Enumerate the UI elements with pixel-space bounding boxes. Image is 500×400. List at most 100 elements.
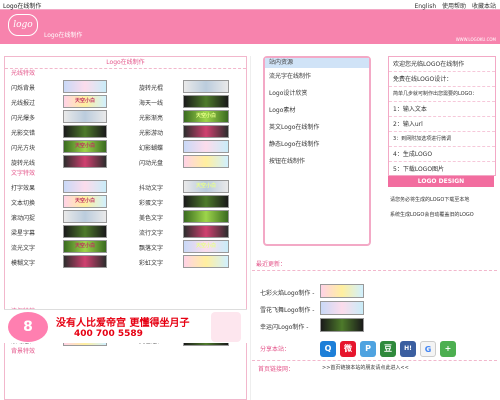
step-line: 2：输入url xyxy=(389,117,495,132)
recent-item[interactable]: 雪花飞舞Logo制作 - xyxy=(252,300,497,317)
effect-thumbnail[interactable] xyxy=(63,210,107,223)
effect-label[interactable]: 流光文字 xyxy=(11,243,35,252)
section-header: 背景特效 xyxy=(11,348,36,355)
effect-thumbnail[interactable] xyxy=(63,255,107,268)
step-line: 3：到网附加选项进行微调 xyxy=(389,132,495,147)
friend-links-text[interactable]: >>首页链接本站的朋友请点此进入<< xyxy=(322,364,409,371)
logo-design-button[interactable]: LOGO DESIGN xyxy=(388,176,494,187)
recent-thumbnail[interactable] xyxy=(320,318,364,332)
more-share-icon[interactable]: + xyxy=(440,341,456,357)
effect-thumbnail[interactable] xyxy=(183,255,229,268)
effect-label[interactable]: 滚动闪捉 xyxy=(11,213,35,222)
effect-label[interactable]: 飘落文字 xyxy=(139,243,163,252)
effect-thumbnail[interactable] xyxy=(183,140,229,153)
welcome-panel: 欢迎您光临LOGO在线制作 免费在线LOGO设计： 简单几步就可制作出您需要的L… xyxy=(388,56,496,177)
thumbnail-text: 天空小白 xyxy=(74,143,95,149)
effect-thumbnail[interactable]: 天空小白 xyxy=(63,195,107,208)
effect-label[interactable]: 闪光方块 xyxy=(11,143,35,152)
effect-label[interactable]: 旋转光棍 xyxy=(139,83,163,92)
effect-label[interactable]: 模糊文字 xyxy=(11,258,35,267)
effect-row: 打字效果 抖动文字 天空小白 xyxy=(5,179,246,194)
site-logo[interactable]: logo xyxy=(8,14,38,36)
effect-label[interactable]: 海天一线 xyxy=(139,98,163,107)
resource-link[interactable]: 流光字在线制作 xyxy=(265,68,369,85)
resources-header: 站内资源 xyxy=(265,58,369,68)
effect-label[interactable]: 幻影蝴蝶 xyxy=(139,143,163,152)
effect-thumbnail[interactable] xyxy=(183,125,229,138)
share-bar: 分享本站： Q 微 P 豆 H! G + xyxy=(252,341,497,357)
effect-thumbnail[interactable] xyxy=(183,80,229,93)
effect-label[interactable]: 闪动光盘 xyxy=(139,158,163,167)
effect-thumbnail[interactable] xyxy=(183,155,229,168)
step-line: 5：下载LOGO图片 xyxy=(389,162,495,177)
section-header: 光线特效 xyxy=(11,70,36,77)
effect-thumbnail[interactable]: 天空小白 xyxy=(63,240,107,253)
effect-label[interactable]: 流行文字 xyxy=(139,228,163,237)
hi-icon[interactable]: H! xyxy=(400,341,416,357)
effect-label[interactable]: 梁星字幕 xyxy=(11,228,35,237)
effect-thumbnail[interactable]: 天空小白 xyxy=(183,110,229,123)
effect-thumbnail[interactable] xyxy=(63,80,107,93)
help-link[interactable]: 使用帮助 xyxy=(442,3,466,10)
effect-thumbnail[interactable] xyxy=(63,125,107,138)
english-link[interactable]: English xyxy=(414,3,436,10)
effect-row: 闪烁背景 旋转光棍 xyxy=(5,79,246,94)
resource-link[interactable]: Logo设计欣赏 xyxy=(265,85,369,102)
recent-item[interactable]: 七彩火焰Logo制作 - xyxy=(252,283,497,300)
recent-thumbnail[interactable] xyxy=(320,301,364,315)
recent-item[interactable]: 幸运闪Logo制作 - xyxy=(252,317,497,334)
column-divider xyxy=(250,56,251,400)
effect-thumbnail[interactable]: 天空小白 xyxy=(63,140,107,153)
site-resources-panel: 站内资源 流光字在线制作 Logo设计欣赏 Logo素材 英文Logo在线制作 … xyxy=(263,56,371,246)
resource-link[interactable]: 按钮在线制作 xyxy=(265,153,369,170)
effect-label[interactable]: 光影渐亮 xyxy=(139,113,163,122)
ad-badge: 8 xyxy=(8,312,48,342)
resource-link[interactable]: Logo素材 xyxy=(265,102,369,119)
effect-thumbnail[interactable]: 天空小白 xyxy=(183,240,229,253)
recent-thumbnail[interactable] xyxy=(320,284,364,298)
step-line: 4：生成LOGO xyxy=(389,147,495,162)
effect-thumbnail[interactable] xyxy=(183,210,229,223)
effect-label[interactable]: 抖动文字 xyxy=(139,183,163,192)
effect-label[interactable]: 打字效果 xyxy=(11,183,35,192)
effect-thumbnail[interactable] xyxy=(63,155,107,168)
effect-row: 光线报过 天空小白 海天一线 xyxy=(5,94,246,109)
effect-label[interactable]: 彩虹文字 xyxy=(139,258,163,267)
effect-label[interactable]: 旋转光线 xyxy=(11,158,35,167)
welcome-line: 免费在线LOGO设计： xyxy=(389,72,495,87)
effect-label[interactable]: 美色文字 xyxy=(139,213,163,222)
effect-label[interactable]: 光影交错 xyxy=(11,128,35,137)
effect-label[interactable]: 闪光爆多 xyxy=(11,113,35,122)
effect-label[interactable]: 彩蛋文字 xyxy=(139,198,163,207)
resource-link[interactable]: 英文Logo在线制作 xyxy=(265,119,369,136)
effect-thumbnail[interactable] xyxy=(183,195,229,208)
effect-label[interactable]: 光影游动 xyxy=(139,128,163,137)
effect-thumbnail[interactable] xyxy=(63,180,107,193)
effect-label[interactable]: 文本切换 xyxy=(11,198,35,207)
effect-row: 闪光方块 天空小白 幻影蝴蝶 xyxy=(5,139,246,154)
bookmark-link[interactable]: 收藏本站 xyxy=(472,3,496,10)
weibo-icon[interactable]: 微 xyxy=(340,341,356,357)
effect-row: 闪光爆多 光影渐亮 天空小白 xyxy=(5,109,246,124)
effect-thumbnail[interactable] xyxy=(183,225,229,238)
effect-row: 旋转光线 闪动光盘 xyxy=(5,154,246,169)
douban-icon[interactable]: 豆 xyxy=(380,341,396,357)
google-icon[interactable]: G xyxy=(420,341,436,357)
effect-label[interactable]: 闪烁背景 xyxy=(11,83,35,92)
recent-item-label: 幸运闪Logo制作 - xyxy=(260,324,309,331)
effect-thumbnail[interactable] xyxy=(63,225,107,238)
effect-thumbnail[interactable]: 天空小白 xyxy=(63,95,107,108)
effect-label[interactable]: 光线报过 xyxy=(11,98,35,107)
qzone-icon[interactable]: Q xyxy=(320,341,336,357)
effect-thumbnail[interactable] xyxy=(63,110,107,123)
effect-thumbnail[interactable]: 天空小白 xyxy=(183,180,229,193)
recent-item-label: 七彩火焰Logo制作 - xyxy=(260,290,315,297)
advertisement-banner[interactable]: 8 没有人比爱帝宫 更懂得坐月子 400 700 5589 xyxy=(4,309,247,343)
resource-link[interactable]: 静态Logo在线制作 xyxy=(265,136,369,153)
welcome-line: 欢迎您光临LOGO在线制作 xyxy=(389,57,495,72)
download-notes: 请您务必将生成的LOGO下载至本地 系统生成LOGO会自动覆盖旧的LOGO xyxy=(390,193,496,223)
thumbnail-text: 天空小白 xyxy=(74,98,95,104)
header-banner: logo Logo在线制作 WWW.LOGOKU.COM xyxy=(0,10,500,44)
effect-thumbnail[interactable] xyxy=(183,95,229,108)
pengyou-icon[interactable]: P xyxy=(360,341,376,357)
